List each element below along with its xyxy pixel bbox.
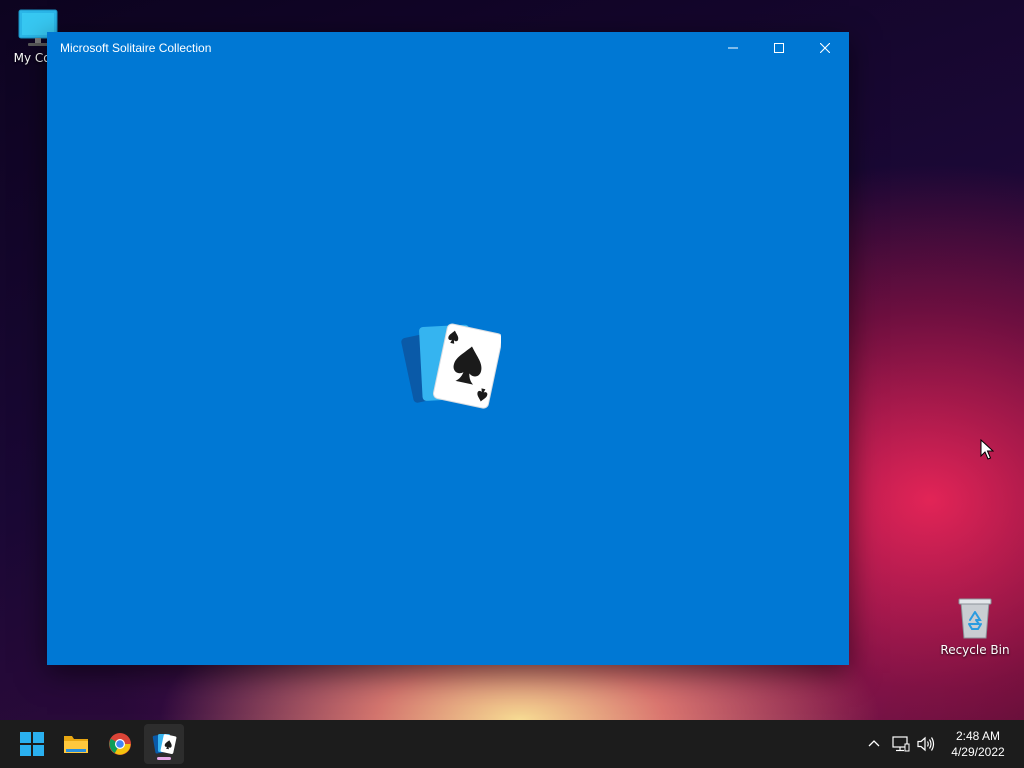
close-icon	[820, 43, 830, 53]
start-button[interactable]	[12, 724, 52, 764]
minimize-icon	[728, 47, 738, 49]
tray-network-button[interactable]	[889, 732, 913, 756]
windows-start-icon	[20, 732, 44, 756]
solitaire-logo-icon	[401, 323, 501, 409]
recycle-bin-icon	[958, 598, 992, 639]
solitaire-icon	[152, 734, 177, 754]
network-icon	[892, 736, 910, 752]
title-bar[interactable]: Microsoft Solitaire Collection	[47, 32, 849, 64]
taskbar-chrome[interactable]	[100, 724, 140, 764]
clock-time: 2:48 AM	[955, 729, 1001, 743]
folder-icon	[64, 736, 88, 753]
taskbar: 2:48 AM 4/29/2022	[0, 720, 1024, 768]
taskbar-clock[interactable]: 2:48 AM 4/29/2022	[942, 728, 1014, 760]
tray-volume-button[interactable]	[914, 732, 938, 756]
minimize-button[interactable]	[710, 32, 756, 64]
tray-show-hidden-button[interactable]	[862, 732, 886, 756]
close-button[interactable]	[802, 32, 848, 64]
maximize-icon	[774, 43, 784, 53]
mouse-cursor-icon	[980, 439, 994, 460]
volume-icon	[917, 736, 935, 752]
desktop-icon-recycle-bin[interactable]: Recycle Bin	[937, 596, 1013, 657]
desktop-icon-label: Recycle Bin	[940, 643, 1010, 657]
active-app-indicator	[157, 757, 171, 760]
window-title: Microsoft Solitaire Collection	[60, 41, 212, 55]
app-window[interactable]: Microsoft Solitaire Collection	[47, 32, 849, 665]
desktop: My Com Recycle Bin Microsoft Solitaire C…	[0, 0, 1024, 768]
clock-date: 4/29/2022	[951, 745, 1005, 759]
maximize-button[interactable]	[756, 32, 802, 64]
chevron-up-icon	[868, 740, 880, 747]
chrome-icon	[109, 733, 131, 755]
taskbar-file-explorer[interactable]	[56, 724, 96, 764]
